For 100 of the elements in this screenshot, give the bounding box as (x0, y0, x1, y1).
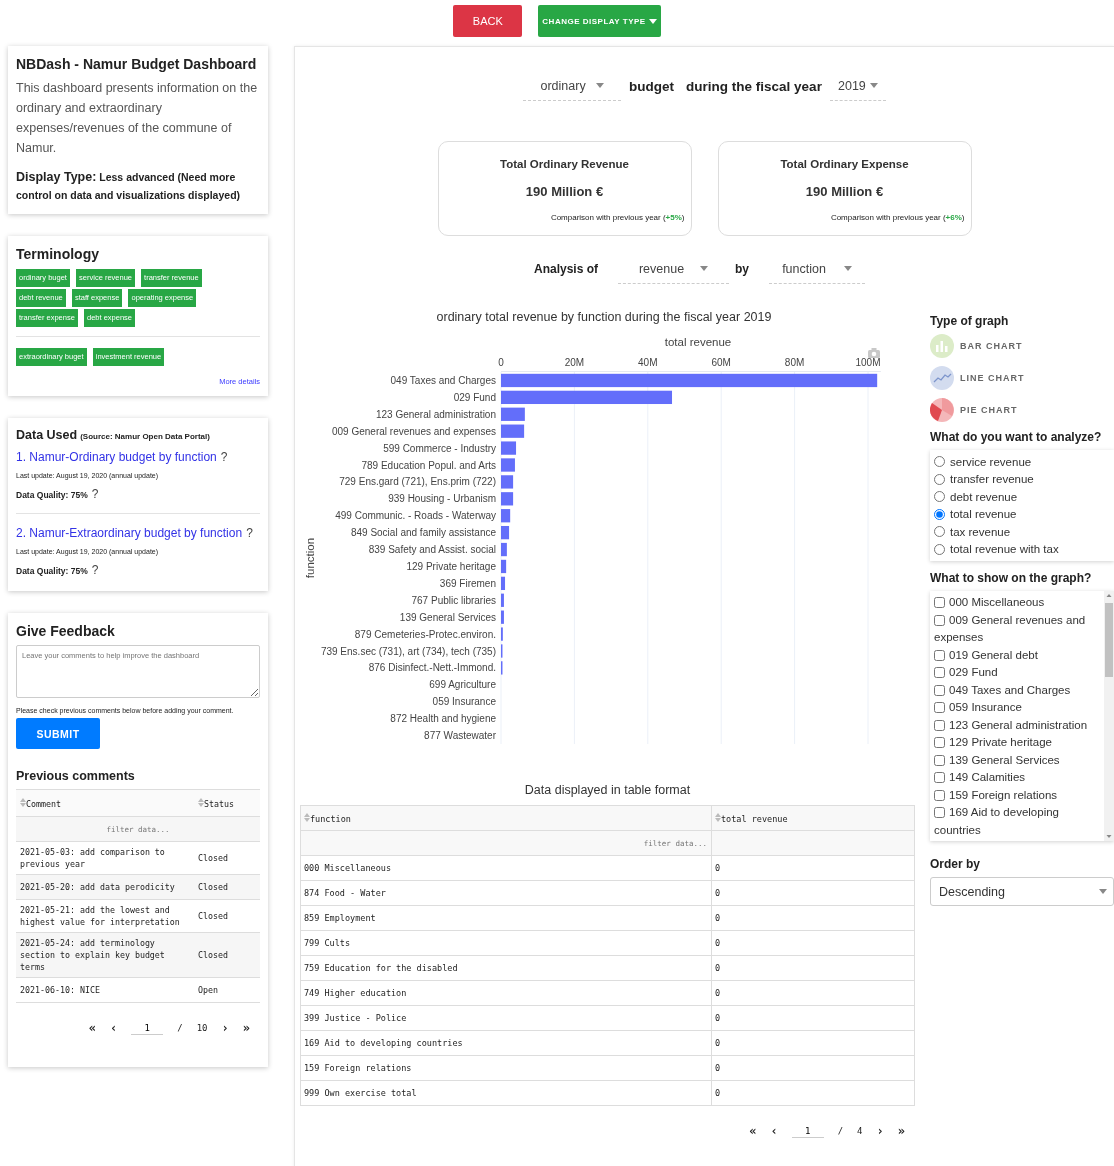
axis-title: total revenue (664, 336, 732, 348)
pie-chart-icon[interactable] (930, 398, 954, 422)
table-cell: 759 Education for the disabled (300, 955, 712, 981)
radio-button[interactable] (934, 456, 945, 468)
option-label[interactable]: service revenue (950, 455, 1032, 468)
checkbox[interactable] (934, 702, 945, 713)
option-label[interactable]: debt revenue (950, 490, 1018, 503)
option-label[interactable]: total revenue with tax (950, 543, 1059, 556)
option-label[interactable]: 123 General administration (934, 716, 1100, 734)
checkbox[interactable] (934, 807, 945, 818)
checkbox[interactable] (934, 754, 945, 766)
category-label: 009 General revenues and expenses (332, 425, 496, 437)
option-label[interactable]: 149 Calamities (934, 769, 1100, 787)
help-mark[interactable]: ? (220, 450, 228, 464)
first-page-button[interactable]: « (88, 1021, 97, 1035)
card-title: NBDash - Namur Budget Dashboard (16, 56, 258, 72)
column-header[interactable]: function (310, 813, 351, 824)
next-page-button[interactable]: › (221, 1021, 229, 1035)
tick-label: 40M (638, 357, 658, 368)
graph-type-option[interactable]: LINE CHART (960, 373, 1025, 383)
bar (501, 526, 510, 540)
checkbox[interactable] (934, 719, 945, 731)
radio-button[interactable] (934, 526, 945, 538)
graph-type-option[interactable]: PIE CHART (960, 405, 1018, 415)
dimension-select[interactable]: function (769, 254, 865, 284)
checkbox[interactable] (934, 614, 945, 626)
caret-icon (700, 266, 709, 271)
option-label[interactable]: 139 General Services (934, 751, 1100, 769)
page-field[interactable]: 1 (131, 1021, 164, 1035)
scrollbar[interactable] (1104, 591, 1114, 841)
graph-type-option[interactable]: BAR CHART (960, 341, 1023, 351)
section-title: Previous comments (16, 769, 136, 783)
radio-button[interactable] (934, 491, 945, 503)
table-cell: 0 (711, 1030, 915, 1056)
option-label[interactable]: 000 Miscellaneous (934, 594, 1100, 612)
table-cell: 859 Employment (300, 905, 712, 931)
option-label[interactable]: total revenue (950, 508, 1017, 521)
measure-select[interactable]: revenue (618, 254, 729, 284)
checkbox[interactable] (934, 684, 945, 696)
line-chart-icon[interactable] (930, 366, 954, 390)
first-page-button[interactable]: « (749, 1124, 757, 1138)
checkbox[interactable] (934, 667, 945, 678)
category-label: 877 Wastewater (424, 730, 496, 742)
page-count: 4 (857, 1126, 863, 1136)
back-button[interactable]: BACK (453, 5, 523, 37)
column-header[interactable]: Comment (26, 798, 61, 809)
category-label: 499 Communic. - Roads - Waterway (335, 510, 496, 522)
table-cell: 159 Foreign relations (300, 1055, 712, 1081)
table-cell: 999 Own exercise total (300, 1080, 712, 1106)
option-label[interactable]: 019 General debt (934, 646, 1100, 664)
category-label: 369 Firemen (439, 577, 496, 589)
radio-button[interactable] (934, 508, 945, 520)
option-label[interactable]: 049 Taxes and Charges (934, 681, 1100, 699)
table-title: Data displayed in table format (523, 783, 692, 797)
option-label[interactable]: transfer revenue (950, 473, 1034, 486)
checkbox[interactable] (934, 789, 945, 801)
column-header[interactable]: total revenue (721, 813, 788, 824)
previous-page-button[interactable]: ‹ (770, 1124, 778, 1138)
heading-text: during the fiscal year (686, 78, 822, 94)
option-label[interactable]: 169 Aid to developing countries (934, 804, 1100, 839)
column-header[interactable]: Status (204, 798, 234, 809)
chart-title: ordinary total revenue by function during the fiscal year 2019 (436, 310, 772, 324)
table-cell: Open (194, 977, 260, 1003)
order-select[interactable]: Descending (930, 877, 1114, 906)
category-label: 739 Ens.sec (731), art (734), tech (735) (320, 645, 496, 657)
help-mark[interactable]: ? (246, 526, 253, 540)
option-label[interactable]: 059 Insurance (934, 699, 1100, 717)
help-mark[interactable]: ? (91, 563, 99, 577)
checkbox[interactable] (934, 649, 945, 661)
display-type-text: Display Type: Less advanced (Need more control on data and visualizations displayed) (16, 169, 242, 203)
checkbox[interactable] (934, 597, 945, 608)
budget-type-select[interactable]: ordinary (523, 71, 622, 101)
dashboard-description: This dashboard presents information on the ordinary and extraordinary expenses/revenues of the commune of Namur. (16, 80, 259, 157)
year-select[interactable]: 2019 (829, 71, 886, 101)
dataset-link[interactable]: 2. Namur-Extraordinary budget by function (16, 526, 243, 540)
bar (501, 559, 507, 574)
page-field[interactable]: 1 (791, 1124, 824, 1138)
radio-button[interactable] (934, 473, 945, 485)
last-page-button[interactable]: » (242, 1021, 250, 1035)
table-cell: Closed (194, 874, 260, 900)
radio-button[interactable] (934, 543, 945, 555)
option-label[interactable]: tax revenue (950, 525, 1011, 538)
table-cell: 2021-05-21: add the lowest and highest value for interpretation (16, 899, 194, 933)
previous-page-button[interactable]: ‹ (110, 1021, 118, 1035)
category-label: 876 Disinfect.-Nett.-Immond. (368, 662, 496, 674)
page-separator: / (837, 1126, 844, 1136)
option-label[interactable]: 159 Foreign relations (934, 786, 1100, 804)
dataset-link[interactable]: 1. Namur-Ordinary budget by function (16, 450, 217, 464)
option-label[interactable]: 009 General revenues and expenses (934, 611, 1100, 647)
help-mark[interactable]: ? (91, 487, 99, 501)
option-label[interactable]: 029 Fund (934, 664, 1100, 682)
card-title: Total Ordinary Expense (780, 158, 909, 170)
last-page-button[interactable]: » (897, 1124, 905, 1138)
checkbox[interactable] (934, 737, 945, 748)
card-title: Data Used (16, 428, 78, 442)
table-cell: 0 (711, 955, 915, 981)
option-label[interactable]: 129 Private heritage (934, 734, 1100, 752)
submit-button[interactable]: SUBMIT (16, 718, 100, 749)
next-page-button[interactable]: › (876, 1124, 884, 1138)
checkbox[interactable] (934, 772, 945, 783)
